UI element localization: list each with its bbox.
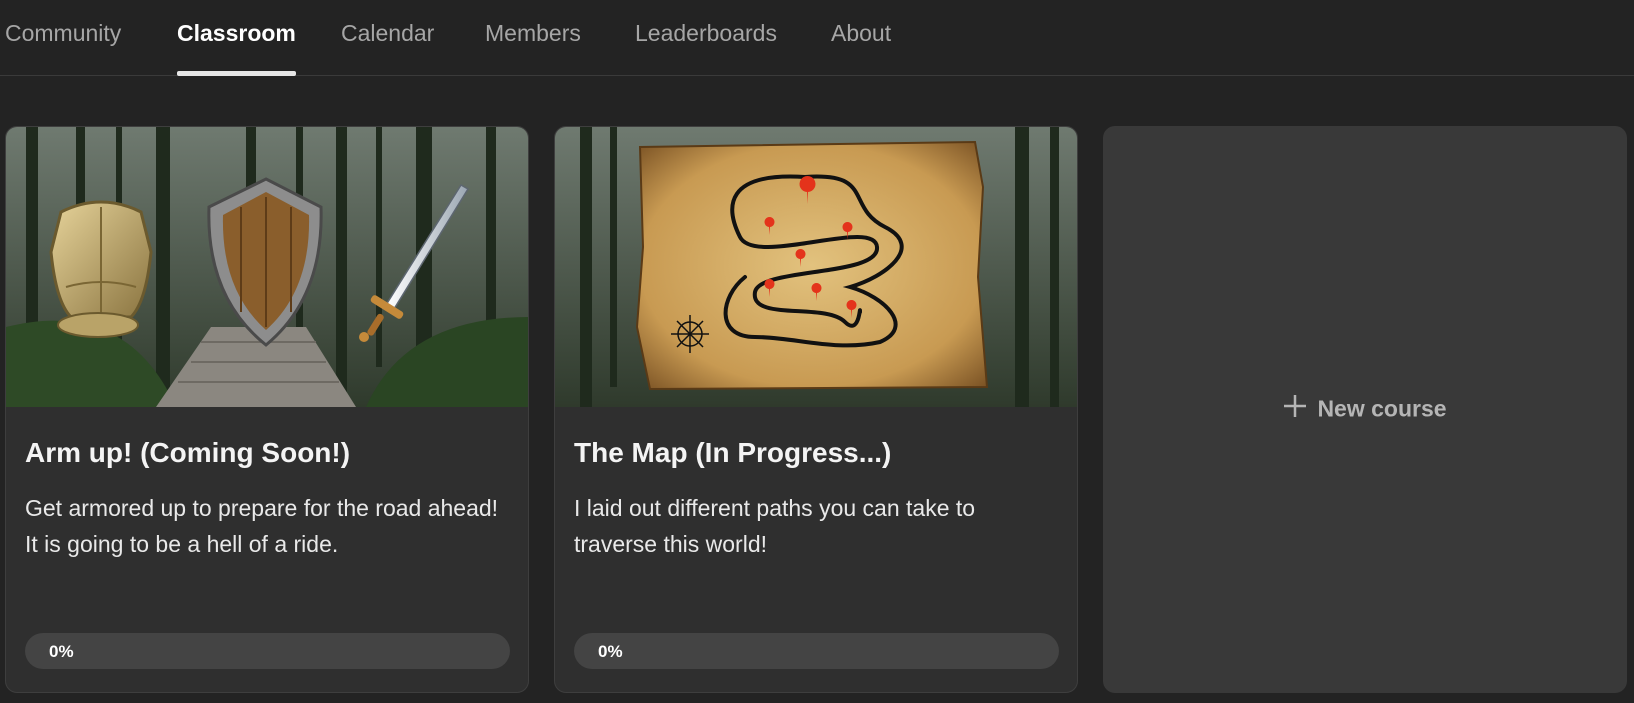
new-course-label: New course [1317,395,1447,422]
course-progress-bar: 0% [25,633,510,669]
course-title: The Map (In Progress...) [574,437,892,468]
course-description: Get armored up to prepare for the road a… [25,495,499,557]
course-card-the-map[interactable]: The Map (In Progress...) I laid out diff… [554,126,1078,693]
plus-icon [1283,394,1307,424]
tab-label: Members [485,20,581,46]
tab-community[interactable]: Community [5,20,121,76]
course-cover-image [6,127,528,407]
tab-label: Classroom [177,20,296,46]
course-cover-image [555,127,1077,407]
course-description: I laid out different paths you can take … [574,495,976,557]
tab-label: Calendar [341,20,435,46]
tab-calendar[interactable]: Calendar [341,20,434,76]
course-card-arm-up[interactable]: Arm up! (Coming Soon!) Get armored up to… [5,126,529,693]
new-course-button[interactable]: New course [1103,126,1627,693]
new-course-content: New course [1103,394,1627,424]
tab-members[interactable]: Members [485,20,581,76]
tab-about[interactable]: About [831,20,891,76]
course-title: Arm up! (Coming Soon!) [25,437,351,468]
tab-label: About [831,20,892,46]
progress-label: 0% [49,642,74,661]
progress-label: 0% [598,642,623,661]
tab-classroom[interactable]: Classroom [177,20,296,76]
active-tab-indicator [177,71,296,76]
classroom-nav: Community Classroom Calendar Members Lea… [0,0,1634,76]
course-progress-bar: 0% [574,633,1059,669]
tab-leaderboards[interactable]: Leaderboards [635,20,777,76]
tab-label: Leaderboards [635,20,777,46]
tab-label: Community [5,20,122,46]
